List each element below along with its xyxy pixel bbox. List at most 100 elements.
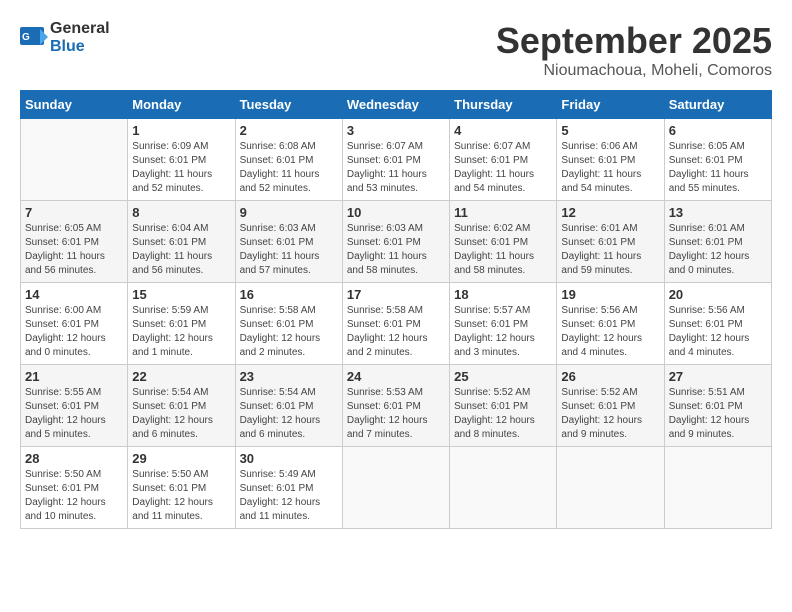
day-detail-line: Daylight: 12 hours (454, 415, 535, 426)
day-detail-line: Sunset: 6:01 PM (25, 401, 99, 412)
calendar-cell: 29Sunrise: 5:50 AMSunset: 6:01 PMDayligh… (128, 447, 235, 529)
day-number: 13 (669, 205, 767, 220)
calendar-week-row: 21Sunrise: 5:55 AMSunset: 6:01 PMDayligh… (21, 365, 772, 447)
day-detail: Sunrise: 6:07 AMSunset: 6:01 PMDaylight:… (347, 140, 445, 196)
day-detail-line: Daylight: 12 hours (132, 333, 213, 344)
day-detail: Sunrise: 5:58 AMSunset: 6:01 PMDaylight:… (240, 304, 338, 360)
calendar-cell: 21Sunrise: 5:55 AMSunset: 6:01 PMDayligh… (21, 365, 128, 447)
day-detail-line: Daylight: 12 hours (132, 497, 213, 508)
day-detail: Sunrise: 5:56 AMSunset: 6:01 PMDaylight:… (669, 304, 767, 360)
day-detail: Sunrise: 6:03 AMSunset: 6:01 PMDaylight:… (347, 222, 445, 278)
weekday-header: Tuesday (235, 91, 342, 119)
day-detail-line: and 0 minutes. (25, 347, 91, 358)
day-detail-line: Sunset: 6:01 PM (347, 401, 421, 412)
day-detail-line: Daylight: 12 hours (561, 415, 642, 426)
calendar-subtitle: Nioumachoua, Moheli, Comoros (496, 62, 772, 80)
day-detail: Sunrise: 5:56 AMSunset: 6:01 PMDaylight:… (561, 304, 659, 360)
day-detail-line: Sunrise: 6:09 AM (132, 141, 208, 152)
logo: G General Blue (20, 20, 110, 55)
day-detail: Sunrise: 5:50 AMSunset: 6:01 PMDaylight:… (25, 468, 123, 524)
day-detail-line: and 55 minutes. (669, 183, 740, 194)
day-detail-line: and 52 minutes. (240, 183, 311, 194)
day-detail-line: Daylight: 11 hours (240, 251, 320, 262)
day-number: 11 (454, 205, 552, 220)
calendar-cell: 8Sunrise: 6:04 AMSunset: 6:01 PMDaylight… (128, 201, 235, 283)
calendar-cell (664, 447, 771, 529)
day-detail: Sunrise: 6:02 AMSunset: 6:01 PMDaylight:… (454, 222, 552, 278)
day-detail-line: Daylight: 11 hours (669, 169, 749, 180)
weekday-header: Thursday (450, 91, 557, 119)
calendar-cell: 10Sunrise: 6:03 AMSunset: 6:01 PMDayligh… (342, 201, 449, 283)
calendar-cell: 23Sunrise: 5:54 AMSunset: 6:01 PMDayligh… (235, 365, 342, 447)
day-detail: Sunrise: 6:03 AMSunset: 6:01 PMDaylight:… (240, 222, 338, 278)
day-detail-line: Sunrise: 6:00 AM (25, 305, 101, 316)
calendar-cell: 17Sunrise: 5:58 AMSunset: 6:01 PMDayligh… (342, 283, 449, 365)
day-detail-line: and 3 minutes. (454, 347, 520, 358)
day-detail-line: Daylight: 12 hours (240, 333, 321, 344)
day-detail-line: Sunset: 6:01 PM (669, 155, 743, 166)
day-detail: Sunrise: 5:49 AMSunset: 6:01 PMDaylight:… (240, 468, 338, 524)
day-detail-line: Sunrise: 5:56 AM (561, 305, 637, 316)
day-detail-line: and 5 minutes. (25, 429, 91, 440)
day-detail-line: and 54 minutes. (561, 183, 632, 194)
weekday-header: Saturday (664, 91, 771, 119)
day-detail-line: Sunset: 6:01 PM (240, 319, 314, 330)
day-detail-line: Daylight: 12 hours (240, 497, 321, 508)
calendar-cell: 14Sunrise: 6:00 AMSunset: 6:01 PMDayligh… (21, 283, 128, 365)
day-number: 3 (347, 123, 445, 138)
day-number: 24 (347, 369, 445, 384)
day-detail-line: Daylight: 11 hours (132, 169, 212, 180)
day-detail-line: and 54 minutes. (454, 183, 525, 194)
day-detail-line: Sunset: 6:01 PM (669, 319, 743, 330)
day-detail-line: Daylight: 11 hours (561, 169, 641, 180)
day-detail-line: Daylight: 12 hours (25, 415, 106, 426)
day-detail-line: and 1 minute. (132, 347, 193, 358)
calendar-week-row: 7Sunrise: 6:05 AMSunset: 6:01 PMDaylight… (21, 201, 772, 283)
calendar-cell: 30 Sunrise: 5:49 AMSunset: 6:01 PMDayligh… (235, 447, 342, 529)
day-detail: Sunrise: 6:01 AMSunset: 6:01 PMDaylight:… (561, 222, 659, 278)
day-detail-line: Sunrise: 6:07 AM (347, 141, 423, 152)
day-detail-line: and 10 minutes. (25, 511, 96, 522)
day-detail-line: Sunrise: 6:03 AM (240, 223, 316, 234)
svg-text:G: G (22, 32, 30, 43)
day-number: 16 (240, 287, 338, 302)
day-detail: Sunrise: 6:07 AMSunset: 6:01 PMDaylight:… (454, 140, 552, 196)
day-detail-line: Daylight: 11 hours (347, 251, 427, 262)
day-detail-line: and 59 minutes. (561, 265, 632, 276)
day-detail-line: Sunrise: 5:50 AM (25, 469, 101, 480)
day-detail-line: Daylight: 12 hours (669, 415, 750, 426)
calendar-cell: 9 Sunrise: 6:03 AMSunset: 6:01 PMDaylight… (235, 201, 342, 283)
day-detail-line: Sunset: 6:01 PM (132, 237, 206, 248)
day-detail-line: and 58 minutes. (347, 265, 418, 276)
day-number: 9 (240, 205, 338, 220)
day-detail: Sunrise: 5:52 AMSunset: 6:01 PMDaylight:… (561, 386, 659, 442)
day-detail: Sunrise: 5:57 AMSunset: 6:01 PMDaylight:… (454, 304, 552, 360)
day-detail-line: Sunset: 6:01 PM (454, 319, 528, 330)
day-detail-line: Sunset: 6:01 PM (132, 401, 206, 412)
day-number: 27 (669, 369, 767, 384)
day-detail-line: Sunset: 6:01 PM (454, 401, 528, 412)
day-number: 23 (240, 369, 338, 384)
day-detail: Sunrise: 5:55 AMSunset: 6:01 PMDaylight:… (25, 386, 123, 442)
weekday-header: Friday (557, 91, 664, 119)
calendar-cell: 22Sunrise: 5:54 AMSunset: 6:01 PMDayligh… (128, 365, 235, 447)
weekday-header: Wednesday (342, 91, 449, 119)
day-number: 14 (25, 287, 123, 302)
day-detail-line: Sunrise: 5:56 AM (669, 305, 745, 316)
day-detail-line: Sunrise: 5:53 AM (347, 387, 423, 398)
calendar-cell (557, 447, 664, 529)
day-number: 8 (132, 205, 230, 220)
day-detail: Sunrise: 6:06 AMSunset: 6:01 PMDaylight:… (561, 140, 659, 196)
day-number: 30 (240, 451, 338, 466)
day-detail-line: Sunrise: 6:03 AM (347, 223, 423, 234)
day-detail-line: Daylight: 12 hours (347, 333, 428, 344)
day-detail: Sunrise: 6:09 AM Sunset: 6:01 PM Daylight:… (132, 140, 230, 196)
day-detail-line: Sunrise: 5:54 AM (240, 387, 316, 398)
day-detail: Sunrise: 6:01 AMSunset: 6:01 PMDaylight:… (669, 222, 767, 278)
day-detail-line: Sunset: 6:01 PM (25, 319, 99, 330)
day-detail-line: Sunrise: 5:50 AM (132, 469, 208, 480)
day-number: 2 (240, 123, 338, 138)
day-detail-line: Sunset: 6:01 PM (132, 155, 206, 166)
day-detail-line: Daylight: 11 hours (454, 251, 534, 262)
day-detail-line: Daylight: 12 hours (132, 415, 213, 426)
